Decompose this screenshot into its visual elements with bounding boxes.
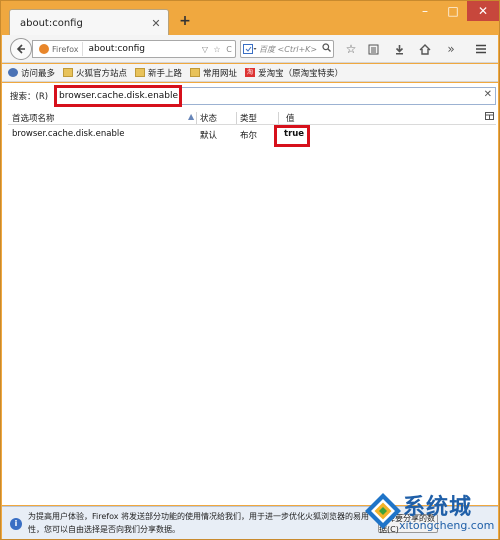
column-divider[interactable] [278,112,279,124]
bookmark-page-icon[interactable]: ☆ [211,45,223,54]
tab-about-config[interactable]: about:config ✕ [9,9,169,36]
pref-name: browser.cache.disk.enable [12,129,125,139]
bookmark-label: 常用网址 [203,68,238,79]
overflow-icon[interactable]: » [442,41,460,57]
folder-icon [190,68,201,77]
column-divider[interactable] [236,112,237,124]
url-input[interactable]: about:config [83,44,199,54]
bookmark-label: 爱淘宝（原淘宝特卖） [258,68,344,79]
bookmarks-toolbar: 访问最多 火狐官方站点 新手上路 常用网址 淘 爱淘宝（原淘宝特卖） [2,64,498,82]
pref-type: 布尔 [240,131,258,141]
firefox-icon [39,44,49,54]
watermark-subtitle: xitongcheng.com [399,519,495,532]
new-tab-button[interactable]: + [177,13,193,29]
bookmark-label: 访问最多 [21,68,56,79]
table-header: 首选项名称 ▲ 状态 类型 值 [8,111,496,125]
column-header-value[interactable]: 值 [286,112,295,124]
search-go-icon[interactable] [319,43,333,55]
column-header-name[interactable]: 首选项名称 [12,112,55,124]
minimize-button[interactable]: – [411,1,439,21]
gear-icon [8,68,18,77]
bookmark-most-visited[interactable]: 访问最多 [8,67,55,79]
back-icon[interactable] [10,38,32,60]
bookmark-label: 新手上路 [148,68,183,79]
search-input[interactable]: 百度 <Ctrl+K> [259,44,319,55]
pref-value: true [284,129,305,139]
reading-list-icon[interactable] [364,41,382,57]
column-header-type[interactable]: 类型 [240,112,257,124]
info-icon: i [10,518,22,530]
notification-text: 为提高用户体验，Firefox 将发送部分功能的使用情况给我们，用于进一步优化火… [28,512,370,534]
bookmark-star-icon[interactable]: ☆ [342,41,360,57]
bookmark-firefox-official[interactable]: 火狐官方站点 [63,67,127,79]
column-divider[interactable] [196,112,197,124]
bookmark-getting-started[interactable]: 新手上路 [135,67,182,79]
pref-status: 默认 [200,131,218,141]
config-page: 搜索：(R) ✕ 首选项名称 ▲ 状态 类型 值 browser.cache.d… [2,83,498,505]
menu-icon[interactable] [472,41,490,57]
bookmark-common-sites[interactable]: 常用网址 [190,67,237,79]
clear-search-icon[interactable]: ✕ [484,89,492,100]
navigation-toolbar: Firefox about:config ▽ ☆ C 百度 <Ctrl+K> ☆… [2,35,498,63]
taobao-icon: 淘 [245,68,256,77]
refresh-icon[interactable]: C [223,45,235,54]
browser-window: about:config ✕ + – □ ✕ Firefox about:con… [0,0,500,540]
bookmark-taobao[interactable]: 淘 爱淘宝（原淘宝特卖） [245,67,343,79]
watermark-title: 系统城 [403,495,473,520]
tab-strip: about:config ✕ + – □ ✕ [1,1,500,36]
config-search-row: 搜索：(R) ✕ [2,86,498,106]
search-bar[interactable]: 百度 <Ctrl+K> [240,40,334,58]
bookmark-label: 火狐官方站点 [76,68,128,79]
column-picker-icon[interactable] [485,112,494,122]
home-icon[interactable] [416,41,434,57]
folder-icon [135,68,146,77]
tab-close-icon[interactable]: ✕ [148,15,164,31]
folder-icon [63,68,74,77]
watermark-logo-icon [365,493,401,529]
download-icon[interactable] [390,41,408,57]
maximize-button[interactable]: □ [439,1,467,21]
search-engine-icon[interactable] [241,42,259,56]
column-header-status[interactable]: 状态 [200,112,217,124]
dropdown-icon[interactable]: ▽ [199,45,211,54]
sort-ascending-icon: ▲ [188,112,195,121]
watermark: 系统城 xitongcheng.com [363,489,497,539]
config-search-input[interactable] [54,87,496,105]
table-row[interactable]: browser.cache.disk.enable 默认 布尔 true [8,128,496,142]
search-label: 搜索：(R) [10,92,49,102]
site-identity[interactable]: Firefox [33,42,84,56]
close-window-button[interactable]: ✕ [467,1,499,21]
url-bar[interactable]: Firefox about:config ▽ ☆ C [32,40,236,58]
tab-title: about:config [20,17,83,29]
identity-label: Firefox [52,44,79,54]
